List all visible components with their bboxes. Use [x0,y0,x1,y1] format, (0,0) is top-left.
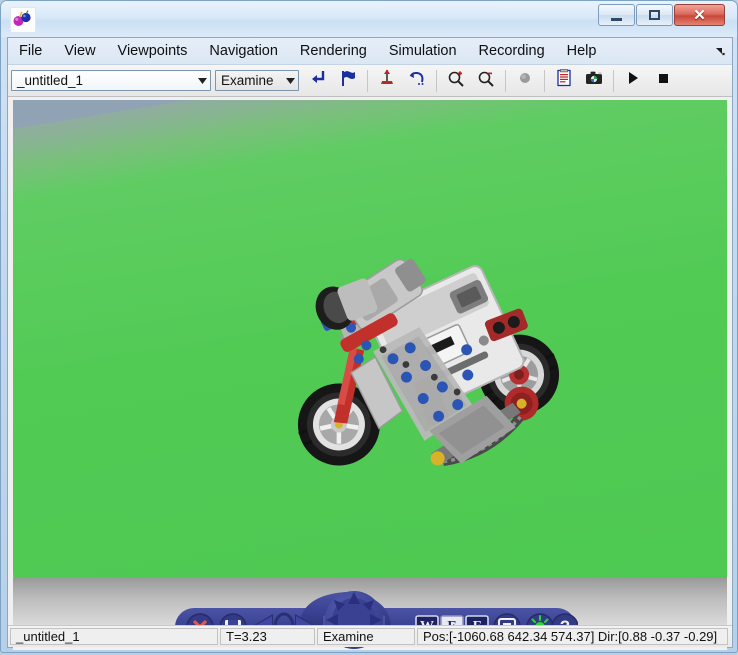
toolbar-separator [436,70,437,92]
minimize-button[interactable] [598,4,635,26]
play-button[interactable] [619,67,647,95]
undo-viewpoint-button[interactable] [403,67,431,95]
stop-square-icon [654,69,672,92]
title-bar-drag-region[interactable] [37,1,577,37]
maximize-button[interactable] [636,4,673,26]
maximize-icon [649,10,660,20]
status-bar: _untitled_1 T=3.23 Examine Pos:[-1060.68… [8,625,732,647]
toolbar-separator [367,70,368,92]
play-triangle-icon [624,69,642,92]
zoom-out-button[interactable] [472,67,500,95]
menu-viewpoints[interactable]: Viewpoints [108,39,198,63]
lego-motorcycle-robot[interactable] [261,250,591,500]
minimize-icon [611,18,622,21]
menu-view[interactable]: View [54,39,105,63]
chevron-down-icon[interactable] [282,71,298,90]
application-window: ✕ File View Viewpoints Navigation Render… [0,0,738,653]
seek-target-icon [377,68,397,93]
menu-navigation[interactable]: Navigation [199,39,288,63]
toolbar-separator [544,70,545,92]
toolbar-separator [613,70,614,92]
undo-arrow-icon [407,68,427,93]
return-to-viewpoint-button[interactable] [304,67,332,95]
menu-help[interactable]: Help [557,39,607,63]
seek-button[interactable] [373,67,401,95]
world-selector-value: _untitled_1 [12,73,194,88]
webots-spheres-icon [10,7,36,33]
zoom-in-button[interactable] [442,67,470,95]
toolbar-separator [505,70,506,92]
set-viewpoint-button[interactable] [334,67,362,95]
return-arrow-icon [308,68,328,93]
navigation-mode-combo[interactable]: Examine [215,70,299,91]
status-navigation-mode: Examine [317,628,415,645]
status-simulation-time: T=3.23 [220,628,315,645]
menu-overflow-arrow-icon[interactable] [712,44,728,60]
menu-bar: File View Viewpoints Navigation Renderin… [8,38,732,65]
console-list-icon [554,68,574,93]
menu-rendering[interactable]: Rendering [290,39,377,63]
navigation-mode-value: Examine [216,73,282,88]
snapshot-button[interactable] [580,67,608,95]
world-selector-combo[interactable]: _untitled_1 [11,70,211,91]
record-button[interactable] [511,67,539,95]
camera-icon [584,68,604,93]
magnifier-minus-icon [476,68,496,93]
console-button[interactable] [550,67,578,95]
title-bar: ✕ [1,1,737,37]
menu-file[interactable]: File [9,39,52,63]
flag-icon [338,68,358,93]
3d-viewport[interactable] [13,100,727,578]
status-camera-position: Pos:[-1060.68 642.34 574.37] Dir:[0.88 -… [417,628,728,645]
chevron-down-icon[interactable] [194,71,210,90]
menu-simulation[interactable]: Simulation [379,39,467,63]
close-button[interactable]: ✕ [674,4,725,26]
record-dot-icon [515,68,535,93]
client-area: File View Viewpoints Navigation Renderin… [7,37,733,648]
tool-bar: _untitled_1 Examine [8,65,732,97]
stop-button[interactable] [649,67,677,95]
magnifier-plus-icon [446,68,466,93]
status-world-name: _untitled_1 [10,628,218,645]
close-icon: ✕ [693,8,706,23]
menu-recording[interactable]: Recording [469,39,555,63]
